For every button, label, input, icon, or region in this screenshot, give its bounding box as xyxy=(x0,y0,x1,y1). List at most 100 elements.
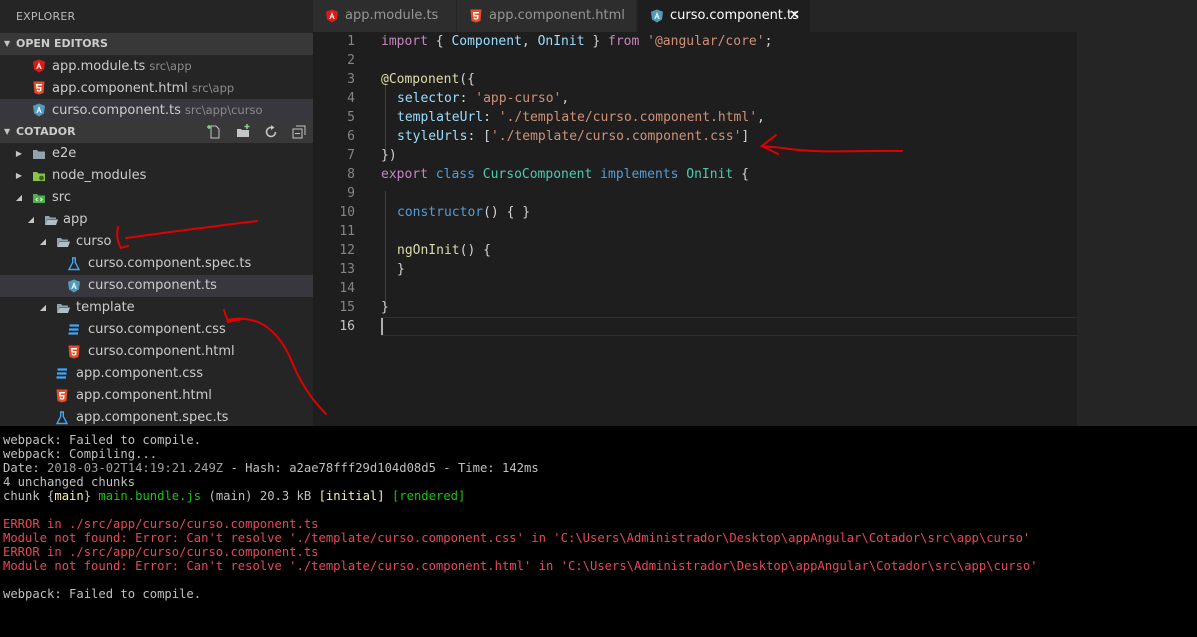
chevron-down-icon: ◢ xyxy=(27,215,35,224)
terminal-line: chunk {main} main.bundle.js (main) 20.3 … xyxy=(3,489,466,503)
tree-label: app.component.spec.ts xyxy=(76,410,229,425)
new-folder-icon[interactable] xyxy=(235,124,251,140)
tree-item-curso-html[interactable]: curso.component.html xyxy=(0,341,313,363)
tree-label: curso xyxy=(76,234,112,249)
code-line: export class CursoComponent implements O… xyxy=(381,167,749,182)
tree-item-curso-css[interactable]: curso.component.css xyxy=(0,319,313,341)
tree-label: e2e xyxy=(52,146,77,161)
current-line-highlight xyxy=(381,317,1077,336)
folder-open-icon xyxy=(57,238,70,247)
css3-icon xyxy=(56,368,67,379)
tree-label: node_modules xyxy=(52,168,147,183)
angular-ts-icon xyxy=(68,279,80,293)
chevron-down-icon: ◢ xyxy=(39,303,47,312)
explorer-sidebar: EXPLORER ▼ OPEN EDITORS app.module.ts src… xyxy=(0,0,313,426)
open-editor-name: curso.component.ts xyxy=(52,103,181,118)
tab-curso-component-ts[interactable]: curso.component.ts ✕ xyxy=(638,0,811,32)
new-file-icon[interactable] xyxy=(207,124,223,140)
tree-item-app[interactable]: ◢ app xyxy=(0,209,313,231)
indent-guide xyxy=(385,191,386,305)
open-editors-header[interactable]: ▼ OPEN EDITORS xyxy=(0,33,313,55)
line-number: 5 xyxy=(347,110,355,125)
open-editor-path: src\app xyxy=(149,59,192,73)
open-editor-path: src\app xyxy=(191,81,235,95)
angular-icon xyxy=(33,59,45,73)
tree-label: app.component.html xyxy=(76,388,212,403)
line-number: 6 xyxy=(347,129,355,144)
terminal-line: 4 unchanged chunks xyxy=(3,475,136,489)
tree-label: curso.component.html xyxy=(88,344,235,359)
tree-item-app-html[interactable]: app.component.html xyxy=(0,385,313,407)
angular-ts-icon xyxy=(651,9,663,23)
close-icon[interactable]: ✕ xyxy=(789,0,800,32)
collapse-all-icon[interactable] xyxy=(291,124,307,140)
project-header[interactable]: ▼ COTADOR xyxy=(0,121,313,143)
tab-app-component-html[interactable]: app.component.html xyxy=(457,0,637,32)
project-label: COTADOR xyxy=(16,125,76,138)
terminal-line: Date: 2018-03-02T14:19:21.249Z - Hash: a… xyxy=(3,461,539,475)
line-number: 13 xyxy=(339,262,355,277)
chevron-down-icon: ◢ xyxy=(15,193,23,202)
tree-item-app-spec[interactable]: app.component.spec.ts xyxy=(0,407,313,426)
terminal-error-line: ERROR in ./src/app/curso/curso.component… xyxy=(3,545,319,559)
tree-label: app.component.css xyxy=(76,366,203,381)
tree-item-app-css[interactable]: app.component.css xyxy=(0,363,313,385)
chevron-down-icon: ◢ xyxy=(39,237,47,246)
html5-icon xyxy=(68,345,80,359)
line-number: 11 xyxy=(339,224,355,239)
line-number: 7 xyxy=(347,148,355,163)
tab-label: curso.component.ts xyxy=(670,8,799,23)
code-line: selector: 'app-curso', xyxy=(397,91,570,106)
tree-item-curso[interactable]: ◢ curso xyxy=(0,231,313,253)
editor-tab-bar: app.module.ts app.component.html curso.c… xyxy=(313,0,1077,32)
open-editors-label: OPEN EDITORS xyxy=(16,37,108,50)
angular-ts-icon xyxy=(33,103,45,117)
open-editor-item[interactable]: curso.component.ts src\app\curso xyxy=(0,99,313,121)
line-number: 12 xyxy=(339,243,355,258)
src-folder-icon xyxy=(33,194,45,203)
tree-item-template[interactable]: ◢ template xyxy=(0,297,313,319)
folder-open-icon xyxy=(57,304,70,313)
terminal-error-line: Module not found: Error: Can't resolve '… xyxy=(3,559,1038,573)
terminal-output[interactable]: webpack: Failed to compile. webpack: Com… xyxy=(0,426,1197,637)
tab-label: app.component.html xyxy=(489,8,625,23)
code-line: ngOnInit() { xyxy=(397,243,491,258)
tree-item-e2e[interactable]: ▶ e2e xyxy=(0,143,313,165)
tree-item-node-modules[interactable]: ▶ node_modules xyxy=(0,165,313,187)
tab-label: app.module.ts xyxy=(345,8,439,23)
terminal-error-line: ERROR in ./src/app/curso/curso.component… xyxy=(3,517,319,531)
open-editor-name: app.module.ts xyxy=(52,59,146,74)
code-editor[interactable]: 1 2 3 4 5 6 7 8 9 10 11 12 13 14 15 16 import { Compone… xyxy=(313,32,1077,426)
terminal-line: webpack: Failed to compile. xyxy=(3,433,202,447)
chevron-right-icon: ▶ xyxy=(15,149,23,158)
html5-icon xyxy=(56,389,68,403)
line-number: 3 xyxy=(347,72,355,87)
open-editor-item[interactable]: app.module.ts src\app xyxy=(0,55,313,77)
code-line: import { Component, OnInit } from '@angu… xyxy=(381,34,773,49)
open-editor-path: src\app\curso xyxy=(184,103,263,117)
open-editor-item[interactable]: app.component.html src\app xyxy=(0,77,313,99)
line-number: 10 xyxy=(339,205,355,220)
empty-editor-area xyxy=(1077,0,1197,426)
tree-label: curso.component.spec.ts xyxy=(88,256,252,271)
tree-item-curso-spec[interactable]: curso.component.spec.ts xyxy=(0,253,313,275)
terminal-error-line: Module not found: Error: Can't resolve '… xyxy=(3,531,1031,545)
code-line: }) xyxy=(381,148,397,163)
explorer-title: EXPLORER xyxy=(16,10,76,23)
chevron-right-icon: ▶ xyxy=(15,171,23,180)
test-flask-icon xyxy=(67,257,81,271)
line-number: 2 xyxy=(347,53,355,68)
tree-item-curso-ts[interactable]: curso.component.ts xyxy=(0,275,313,297)
tab-app-module[interactable]: app.module.ts xyxy=(313,0,457,32)
code-line: templateUrl: './template/curso.component… xyxy=(397,110,765,125)
tree-label: template xyxy=(76,300,135,315)
chevron-down-icon: ▼ xyxy=(4,39,11,48)
text-cursor xyxy=(381,318,383,335)
line-number: 15 xyxy=(339,300,355,315)
tree-label: app xyxy=(63,212,88,227)
html5-icon xyxy=(33,81,45,95)
css3-icon xyxy=(68,324,79,335)
code-line: styleUrls: ['./template/curso.component.… xyxy=(397,129,750,144)
tree-item-src[interactable]: ◢ src xyxy=(0,187,313,209)
refresh-icon[interactable] xyxy=(263,124,279,140)
